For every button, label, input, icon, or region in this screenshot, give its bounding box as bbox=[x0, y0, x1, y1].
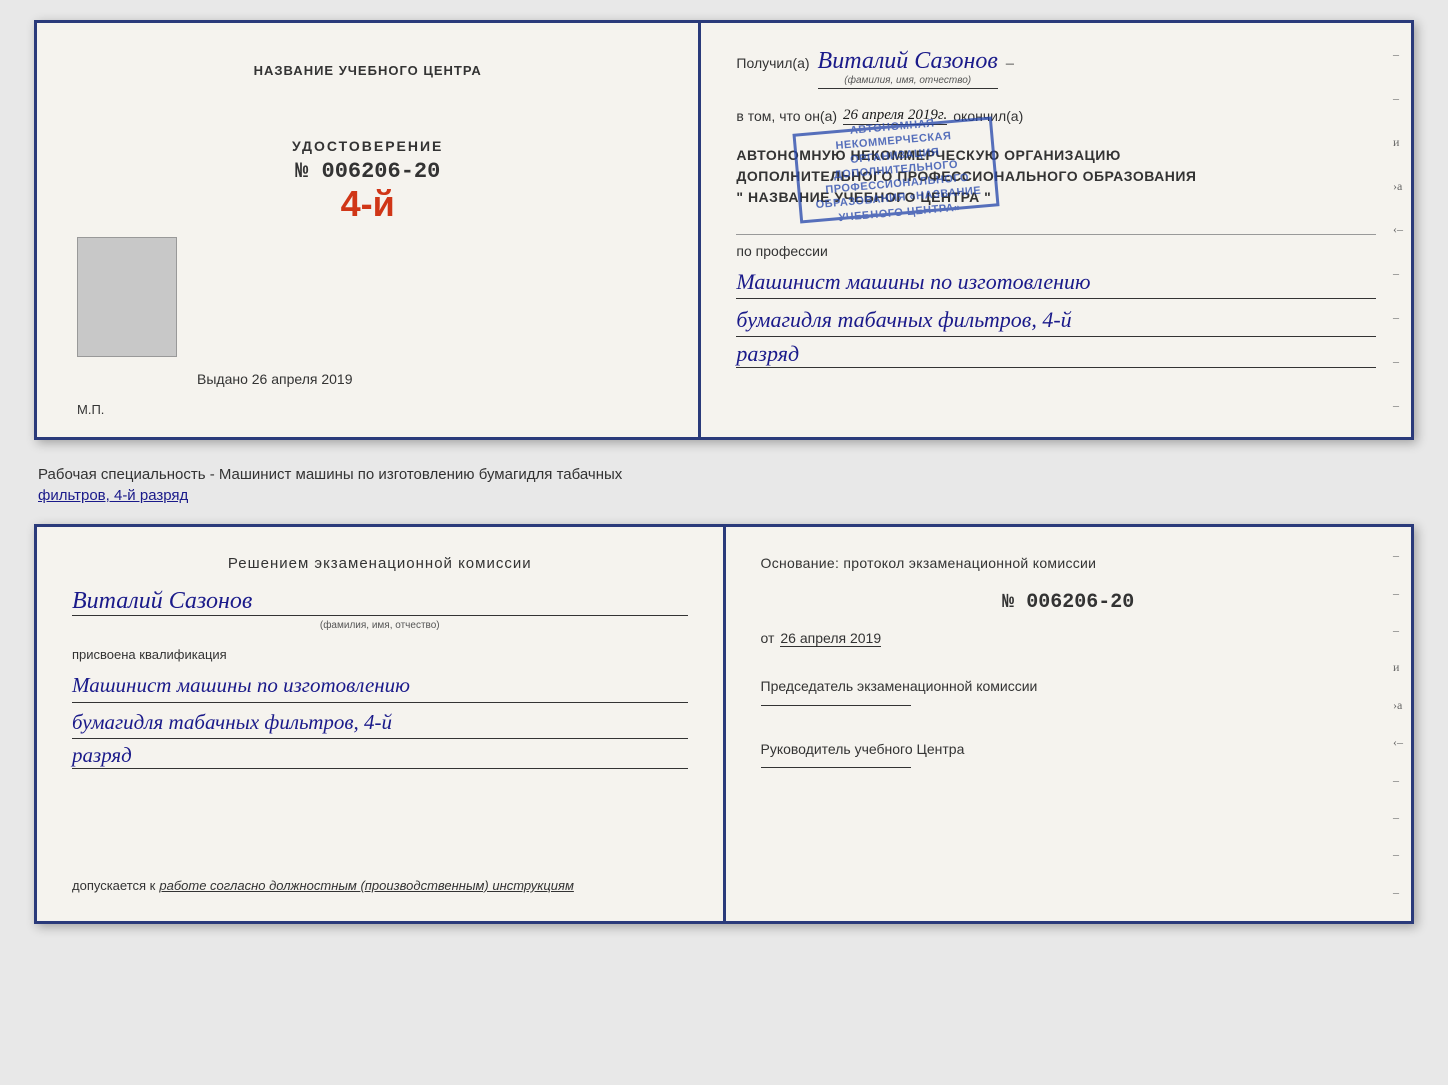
dopusk-line: допускается к работе согласно должностны… bbox=[72, 878, 688, 893]
divider-1 bbox=[736, 234, 1376, 235]
side-dashes-top: – – и ›а ‹– – – – – bbox=[1389, 23, 1407, 437]
person-name-bottom: Виталий Сазонов bbox=[72, 588, 688, 616]
recipient-name: Виталий Сазонов (фамилия, имя, отчество) bbox=[818, 48, 998, 89]
razryad-bottom: разряд bbox=[72, 743, 688, 769]
recipient-line: Получил(а) Виталий Сазонов (фамилия, имя… bbox=[736, 48, 1376, 89]
cert-top-left: НАЗВАНИЕ УЧЕБНОГО ЦЕНТРА УДОСТОВЕРЕНИЕ №… bbox=[37, 23, 701, 437]
photo-placeholder bbox=[77, 237, 177, 357]
protocol-number: № 006206-20 bbox=[761, 591, 1377, 614]
issued-line: Выдано 26 апреля 2019 bbox=[197, 371, 353, 387]
org-block: АВТОНОМНУЮ НЕКОММЕРЧЕСКУЮ ОРГАНИЗАЦИЮ ДО… bbox=[736, 145, 1376, 208]
fio-subtitle-bottom: (фамилия, имя, отчество) bbox=[72, 620, 688, 631]
assigned-label: присвоена квалификация bbox=[72, 647, 688, 662]
rukovoditel-signature-line bbox=[761, 767, 911, 768]
document-wrapper: НАЗВАНИЕ УЧЕБНОГО ЦЕНТРА УДОСТОВЕРЕНИЕ №… bbox=[34, 20, 1414, 924]
stamp-overlay: АВТОНОМНАЯ НЕКОММЕРЧЕСКАЯ ОРГАНИЗАЦИЯ ДО… bbox=[793, 116, 1000, 223]
profession-value-1: Машинист машины по изготовлению bbox=[736, 265, 1376, 299]
profession-value-2: бумагидля табачных фильтров, 4-й bbox=[736, 303, 1376, 337]
cert-title: УДОСТОВЕРЕНИЕ bbox=[292, 138, 443, 154]
cert-number-top: № 006206-20 bbox=[292, 159, 443, 184]
profession-bottom-2: бумагидля табачных фильтров, 4-й bbox=[72, 707, 688, 740]
razryad-value: разряд bbox=[736, 341, 1376, 368]
commission-chair: Председатель экзаменационной комиссии bbox=[761, 677, 1377, 710]
chairman-signature-line bbox=[761, 705, 911, 706]
cert-bottom-left: Решением экзаменационной комиссии Витали… bbox=[37, 527, 726, 921]
vtom-line: в том, что он(а) 26 апреля 2019г. окончи… bbox=[736, 107, 1376, 125]
ot-line: от 26 апреля 2019 bbox=[761, 630, 1377, 647]
cert-bottom-right: Основание: протокол экзаменационной коми… bbox=[726, 527, 1412, 921]
rukovoditel: Руководитель учебного Центра bbox=[761, 740, 1377, 773]
speciality-label: Рабочая специальность - Машинист машины … bbox=[34, 456, 1414, 508]
profession-bottom-1: Машинист машины по изготовлению bbox=[72, 670, 688, 703]
decision-title: Решением экзаменационной комиссии bbox=[72, 555, 688, 572]
certificate-bottom: Решением экзаменационной комиссии Витали… bbox=[34, 524, 1414, 924]
cert-title-block: УДОСТОВЕРЕНИЕ № 006206-20 bbox=[292, 138, 443, 184]
side-dashes-bottom: – – – и ›а ‹– – – – – bbox=[1389, 527, 1407, 921]
certificate-top: НАЗВАНИЕ УЧЕБНОГО ЦЕНТРА УДОСТОВЕРЕНИЕ №… bbox=[34, 20, 1414, 440]
cert-number-red: 4-й bbox=[341, 183, 395, 225]
mp-label: М.П. bbox=[77, 402, 104, 417]
training-center-label-top: НАЗВАНИЕ УЧЕБНОГО ЦЕНТРА bbox=[254, 63, 482, 78]
cert-top-right: Получил(а) Виталий Сазонов (фамилия, имя… bbox=[701, 23, 1411, 437]
profession-label: по профессии bbox=[736, 243, 1376, 259]
osnование-line: Основание: протокол экзаменационной коми… bbox=[761, 555, 1377, 571]
